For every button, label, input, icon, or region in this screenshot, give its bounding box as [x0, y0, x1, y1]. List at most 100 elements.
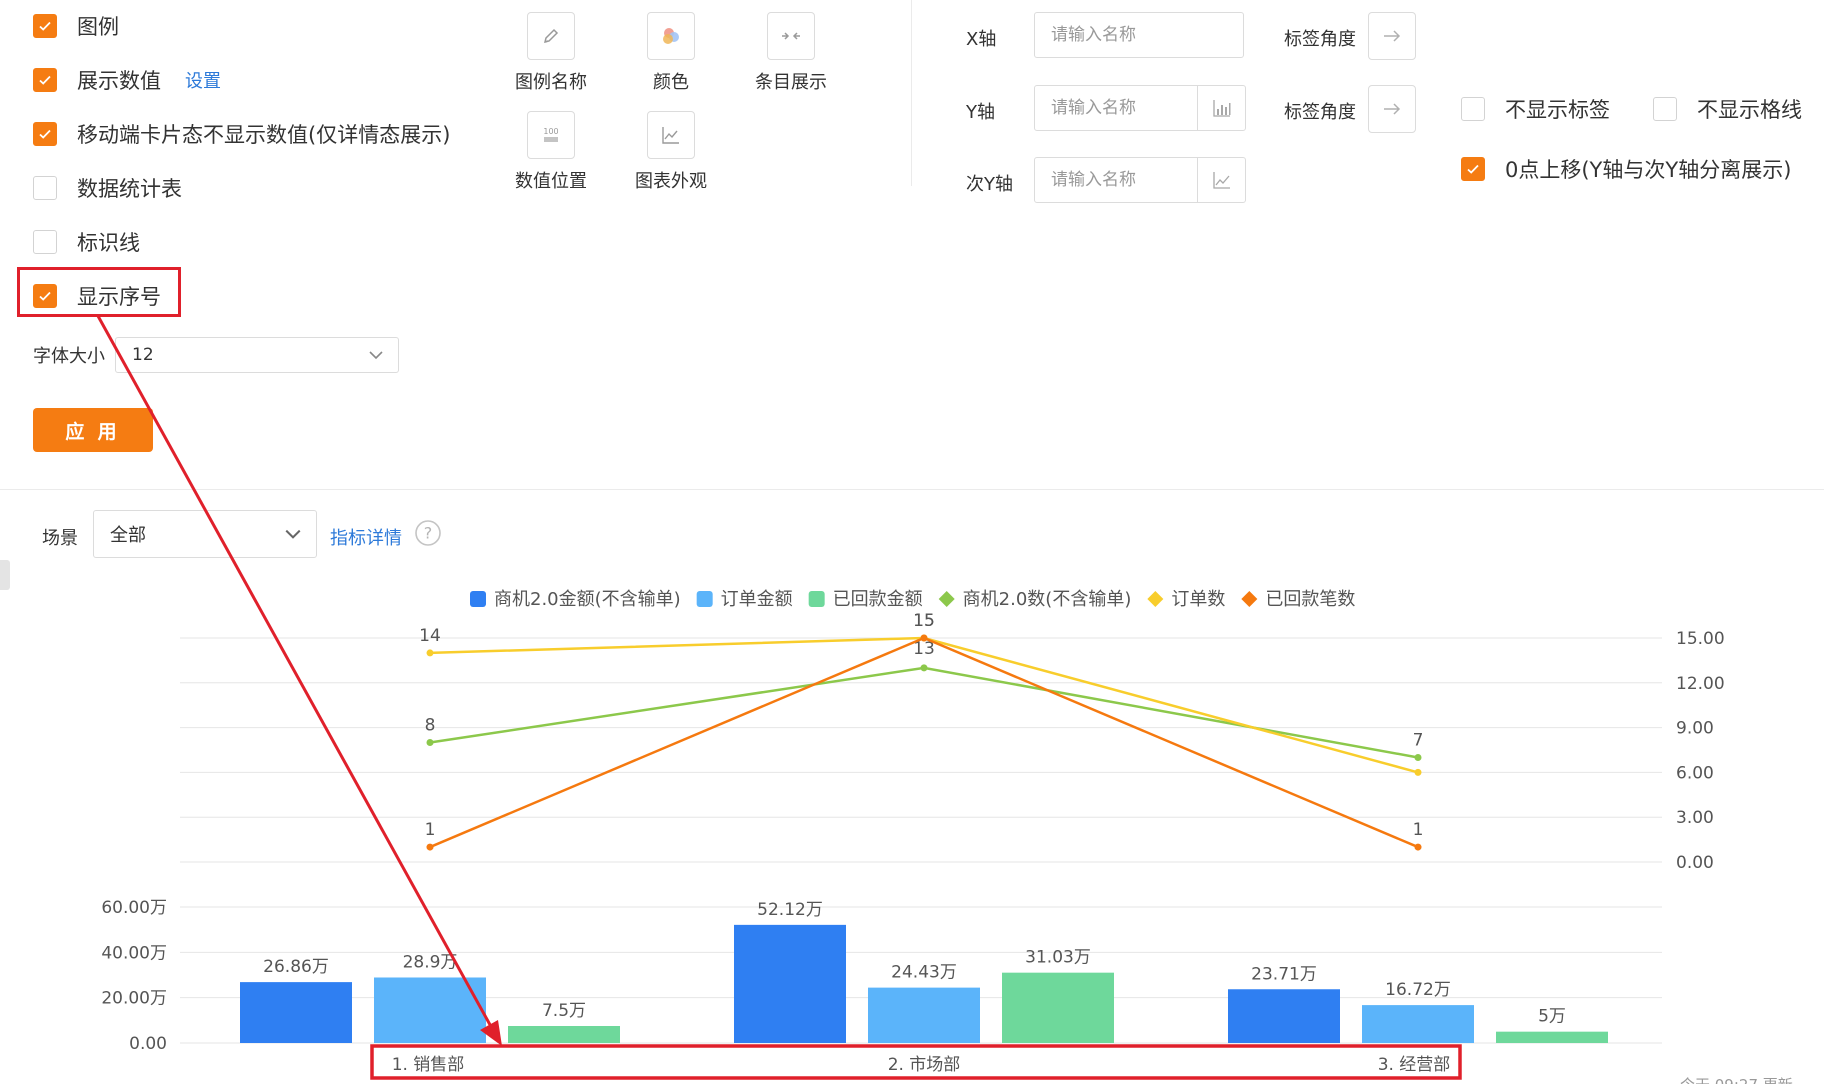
legend-swatch: [1241, 591, 1258, 607]
category-label: 2. 市场部: [888, 1055, 961, 1075]
y2-axis-name-field[interactable]: [1035, 158, 1197, 202]
line-point: [1414, 768, 1422, 776]
line-value-label: 1: [425, 820, 436, 840]
option-hide-labels[interactable]: 不显示标签: [1461, 96, 1610, 122]
option-zero-offset[interactable]: 0点上移(Y轴与次Y轴分离展示): [1461, 156, 1791, 182]
tool-item-display-button[interactable]: [767, 12, 815, 60]
legend-swatch: [938, 591, 955, 607]
secondary-y-tick-label: 15.00: [1676, 629, 1725, 649]
legend-checkbox[interactable]: [33, 14, 57, 38]
bar-value-label: 26.86万: [263, 957, 329, 977]
panel-resize-handle[interactable]: [0, 560, 10, 590]
scene-select[interactable]: 全部: [93, 510, 317, 558]
y2-axis-label: 次Y轴: [966, 174, 1013, 195]
legend-label: 商机2.0金额(不含输单): [494, 589, 681, 610]
tool-label: 数值位置: [515, 171, 587, 192]
tool-color-button[interactable]: [647, 12, 695, 60]
x-axis-name-input[interactable]: [1034, 12, 1244, 58]
secondary-y-tick-label: 6.00: [1676, 763, 1714, 783]
tool-item-display[interactable]: 条目展示: [736, 12, 846, 94]
category-label: 3. 经营部: [1378, 1055, 1451, 1075]
option-hide-grid[interactable]: 不显示格线: [1653, 96, 1802, 122]
option-mobile-hide-values[interactable]: 移动端卡片态不显示数值(仅详情态展示): [33, 121, 450, 147]
tool-value-position[interactable]: 100 数值位置: [496, 111, 606, 193]
tool-legend-name[interactable]: 图例名称: [496, 12, 606, 94]
option-data-table[interactable]: 数据统计表: [33, 175, 182, 201]
line-chart-icon: [662, 127, 679, 144]
option-label: 数据统计表: [77, 177, 182, 201]
legend-label: 已回款笔数: [1265, 589, 1355, 610]
category-label: 1. 销售部: [392, 1055, 465, 1075]
hide-labels-checkbox[interactable]: [1461, 97, 1485, 121]
y-axis-angle-button[interactable]: [1368, 85, 1416, 133]
line-value-label: 15: [913, 611, 935, 631]
option-legend[interactable]: 图例: [33, 13, 119, 39]
y2-axis-line-icon-button[interactable]: [1197, 158, 1245, 202]
chevron-down-icon: [369, 351, 383, 360]
line-point: [1414, 843, 1422, 851]
tool-value-position-button[interactable]: 100: [527, 111, 575, 159]
x-axis-angle-button[interactable]: [1368, 12, 1416, 60]
primary-y-tick-label: 20.00万: [101, 989, 167, 1009]
primary-y-tick-label: 0.00: [129, 1034, 167, 1054]
bar: [508, 1026, 620, 1043]
tool-legend-name-button[interactable]: [527, 12, 575, 60]
line-point: [426, 739, 434, 747]
bar: [734, 924, 846, 1043]
metric-details-link[interactable]: 指标详情: [330, 524, 402, 550]
primary-y-tick-label: 40.00万: [101, 943, 167, 963]
svg-text:?: ?: [424, 524, 433, 543]
apply-button[interactable]: 应 用: [33, 408, 153, 452]
legend-label: 订单金额: [721, 589, 793, 610]
y-axis-name-field[interactable]: [1035, 86, 1197, 130]
bar-value-label: 7.5万: [542, 1001, 586, 1021]
mobile-hide-values-checkbox[interactable]: [33, 122, 57, 146]
scene-label: 场景: [42, 528, 78, 549]
bar: [1362, 1005, 1474, 1043]
secondary-y-tick-label: 0.00: [1676, 853, 1714, 873]
scene-value: 全部: [110, 525, 146, 546]
option-label: 0点上移(Y轴与次Y轴分离展示): [1505, 158, 1792, 182]
tool-label: 图例名称: [515, 72, 587, 93]
legend-label: 订单数: [1171, 589, 1225, 610]
check-icon: [39, 75, 51, 85]
x-axis-name-field[interactable]: [1035, 13, 1241, 57]
chart-settings-panel: 图例 展示数值 设置 移动端卡片态不显示数值(仅详情态展示) 数据统计表 标识线…: [0, 0, 1824, 490]
y-axis-label: Y轴: [966, 102, 995, 123]
help-icon[interactable]: ?: [414, 519, 442, 547]
legend-swatch: [470, 591, 486, 607]
check-icon: [39, 21, 51, 31]
font-size-label: 字体大小: [33, 346, 105, 367]
font-size-select[interactable]: 12: [115, 337, 399, 373]
line-value-label: 7: [1413, 730, 1424, 750]
secondary-y-tick-label: 9.00: [1676, 719, 1714, 739]
bar-value-label: 31.03万: [1025, 948, 1091, 968]
option-marker-line[interactable]: 标识线: [33, 229, 140, 255]
marker-line-checkbox[interactable]: [33, 230, 57, 254]
tool-chart-appearance-button[interactable]: [647, 111, 695, 159]
y-axis-name-input[interactable]: [1034, 85, 1246, 131]
zero-offset-checkbox[interactable]: [1461, 157, 1485, 181]
hide-grid-checkbox[interactable]: [1653, 97, 1677, 121]
show-values-checkbox[interactable]: [33, 68, 57, 92]
color-palette-icon: [663, 28, 679, 44]
data-table-checkbox[interactable]: [33, 176, 57, 200]
y2-axis-name-input[interactable]: [1034, 157, 1246, 203]
bar-value-label: 16.72万: [1385, 980, 1451, 1000]
check-icon: [39, 129, 51, 139]
legend-label: 商机2.0数(不含输单): [963, 589, 1132, 610]
check-icon: [1467, 164, 1479, 174]
tool-color[interactable]: 颜色: [616, 12, 726, 94]
tool-chart-appearance[interactable]: 图表外观: [616, 111, 726, 193]
tool-label: 图表外观: [635, 171, 707, 192]
bar: [1002, 972, 1114, 1043]
line-point: [426, 649, 434, 657]
line-chart-icon: [1212, 172, 1230, 189]
y-axis-bar-icon-button[interactable]: [1197, 86, 1245, 130]
legend-swatch: [1147, 591, 1164, 607]
annotation-highlight-box: [17, 267, 181, 317]
option-show-values[interactable]: 展示数值 设置: [33, 67, 221, 93]
primary-y-tick-label: 60.00万: [101, 898, 167, 918]
font-size-row: 字体大小 12: [33, 337, 399, 373]
show-values-settings-link[interactable]: 设置: [185, 67, 221, 93]
